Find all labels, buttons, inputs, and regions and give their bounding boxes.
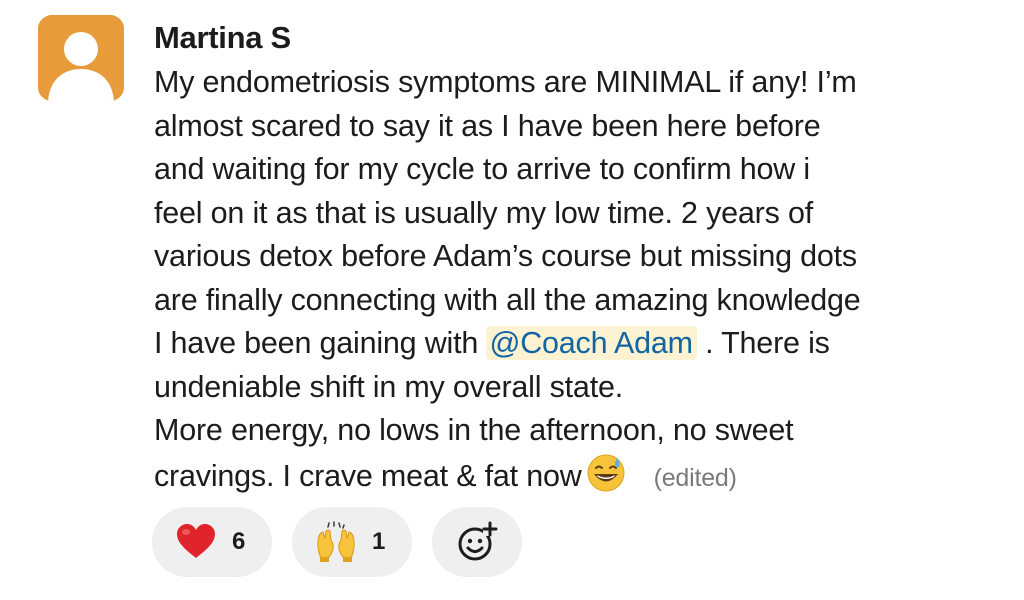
message-line: various detox before Adam’s course but m… xyxy=(154,239,857,273)
add-reaction-button[interactable] xyxy=(432,507,522,577)
red-heart-icon xyxy=(177,524,215,558)
reaction-count: 6 xyxy=(232,528,246,555)
reaction-raising-hands[interactable]: 1 xyxy=(292,507,412,577)
message-text: I have been gaining with xyxy=(154,326,487,360)
reaction-count: 1 xyxy=(372,528,386,555)
message-text: cravings. I crave meat & fat now xyxy=(154,458,582,493)
add-reaction-icon xyxy=(458,521,498,561)
message-line: almost scared to say it as I have been h… xyxy=(154,108,821,143)
message-line: cravings. I crave meat & fat now (edited… xyxy=(154,453,1014,501)
message-line: My endometriosis symptoms are MINIMAL if… xyxy=(154,65,857,99)
grinning-sweat-emoji-icon xyxy=(587,454,625,491)
edited-label: (edited) xyxy=(653,463,737,492)
reaction-heart[interactable]: 6 xyxy=(152,507,272,577)
user-mention[interactable]: @Coach Adam xyxy=(486,326,697,360)
message-line: and waiting for my cycle to arrive to co… xyxy=(154,152,810,186)
message: Martina S My endometriosis symptoms are … xyxy=(0,0,1024,600)
message-line: undeniable shift in my overall state. xyxy=(154,369,623,404)
message-line: feel on it as that is usually my low tim… xyxy=(154,195,813,230)
message-body: My endometriosis symptoms are MINIMAL if… xyxy=(154,61,1014,500)
user-avatar[interactable] xyxy=(38,15,124,101)
message-line: I have been gaining with @Coach Adam . T… xyxy=(154,322,1014,366)
message-text: . There is xyxy=(696,326,830,360)
author-name[interactable]: Martina S xyxy=(154,18,291,58)
raising-hands-icon xyxy=(317,521,355,562)
default-user-avatar-icon xyxy=(38,15,124,101)
reactions-bar: 6 1 xyxy=(152,507,522,577)
message-line: are finally connecting with all the amaz… xyxy=(154,282,861,317)
message-line: More energy, no lows in the afternoon, n… xyxy=(154,413,794,447)
